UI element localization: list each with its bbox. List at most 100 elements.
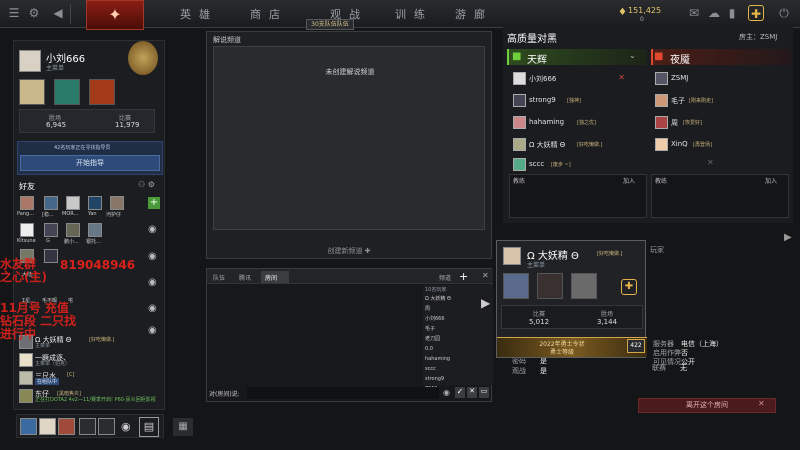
member-item[interactable]: 老刀园: [423, 334, 493, 344]
shard-count: 151,425: [628, 6, 662, 15]
tab-room[interactable]: 房间: [261, 271, 289, 283]
player-name: 毛子: [671, 97, 685, 105]
friends-group-icon[interactable]: ⚇ ⚙: [138, 180, 155, 189]
dire-slot[interactable]: 周 [恢爱好]: [653, 115, 779, 132]
member-item[interactable]: 毛子: [423, 324, 493, 334]
avatar[interactable]: [20, 223, 34, 237]
notification-icon[interactable]: ☁: [706, 5, 722, 21]
hero-portrait-2[interactable]: [537, 273, 563, 299]
eye-icon[interactable]: ◉: [148, 303, 157, 314]
tab-party[interactable]: 队伍: [213, 273, 225, 282]
chat-panel: 队伍 腾讯 房间 频道 + ✕ 10名玩家 Ω 大妖精 Θ 周 小刘666 毛子…: [206, 268, 493, 402]
radiant-slot[interactable]: sccc [废步 ~]: [511, 157, 637, 174]
clear-icon[interactable]: ✕: [467, 387, 477, 398]
stat-value: 11,979: [115, 121, 140, 129]
party-badge[interactable]: 30支队伍队伍: [306, 19, 354, 30]
hero-portrait-3[interactable]: [89, 79, 115, 105]
avatar[interactable]: [19, 353, 33, 367]
avatar[interactable]: [20, 418, 37, 435]
rank-medal-icon[interactable]: [128, 41, 158, 75]
member-item[interactable]: strong9: [423, 374, 493, 384]
nav-learn[interactable]: 训练: [395, 6, 433, 22]
avatar[interactable]: [88, 223, 102, 237]
list-item[interactable]: 三尺水 [C] 在组队中: [17, 371, 163, 385]
chevron-down-icon[interactable]: ⌄: [629, 51, 636, 60]
avatar[interactable]: [19, 389, 33, 403]
hero-portrait-1[interactable]: [19, 79, 45, 105]
radiant-slot[interactable]: 小刘666 ✕: [511, 71, 637, 88]
dota-logo-button[interactable]: ✦: [86, 0, 144, 30]
kick-icon[interactable]: ✕: [618, 73, 625, 82]
eye-icon[interactable]: ◉: [148, 251, 157, 262]
hero-portrait-3[interactable]: [571, 273, 597, 299]
leave-lobby-button[interactable]: 离开这个房间: [638, 398, 776, 413]
avatar[interactable]: [19, 50, 41, 72]
chevron-right-icon[interactable]: ▶: [784, 232, 792, 243]
member-item[interactable]: sccc: [423, 364, 493, 374]
channel-button[interactable]: 频道: [439, 273, 451, 282]
close-icon[interactable]: ✕: [758, 399, 765, 408]
nav-arcade[interactable]: 游廊: [455, 6, 493, 22]
avatar[interactable]: [88, 196, 102, 210]
add-friend-icon[interactable]: +: [148, 197, 160, 209]
gear-icon[interactable]: ⚙: [26, 5, 42, 21]
create-channel-button[interactable]: 创建新频道 ✚: [213, 246, 485, 256]
chat-input[interactable]: [247, 387, 439, 399]
empty-kick-icon[interactable]: ✕: [707, 158, 714, 167]
hero-portrait-2[interactable]: [54, 79, 80, 105]
nav-store[interactable]: 商店: [250, 6, 288, 22]
player-tag: [好吃懒做.]: [577, 142, 603, 148]
coin-icon: ♦: [618, 7, 627, 18]
avatar[interactable]: [98, 418, 115, 435]
member-item[interactable]: 小刘666: [423, 314, 493, 324]
list-item[interactable]: 东仔 [黑暗焦炎] 正在打DOTA2 4v2—11/赛季开启! P60·民众回拒…: [17, 389, 163, 403]
avatar[interactable]: [66, 196, 80, 210]
chat-icon[interactable]: ✉: [686, 5, 702, 21]
hero-portrait-1[interactable]: [503, 273, 529, 299]
eye-icon[interactable]: ◉: [148, 277, 157, 288]
back-icon[interactable]: ◀: [50, 5, 66, 21]
grid-menu-icon[interactable]: ▦: [173, 418, 193, 436]
radiant-slot[interactable]: hahaming [独之优]: [511, 115, 637, 132]
radiant-slot[interactable]: strong9 [独神]: [511, 93, 637, 110]
avatar[interactable]: [58, 418, 75, 435]
plus-badge-icon[interactable]: ✚: [621, 279, 637, 295]
dire-slot[interactable]: 毛子 [刚来刚走]: [653, 93, 779, 110]
list-item[interactable]: 一蹶成逐、 主菜单（伯克）: [17, 353, 163, 367]
menu-icon[interactable]: ☰: [6, 5, 22, 21]
avatar[interactable]: [110, 196, 124, 210]
avatar[interactable]: [44, 196, 58, 210]
avatar[interactable]: [20, 196, 34, 210]
avatar[interactable]: [39, 418, 56, 435]
close-icon[interactable]: ✕: [482, 271, 489, 280]
options-icon[interactable]: ▭: [479, 387, 489, 398]
eye-icon[interactable]: ◉: [148, 224, 157, 235]
dire-slot[interactable]: ZSMJ: [653, 71, 779, 88]
join-coach-button[interactable]: 加入: [623, 176, 635, 185]
voice-icon[interactable]: ◉: [121, 420, 131, 433]
nav-heroes[interactable]: 英雄: [180, 6, 218, 22]
plus-badge-icon[interactable]: ✚: [748, 5, 764, 21]
friend-tile-name: [稳...: [42, 212, 54, 218]
radiant-slot[interactable]: Ω 大妖精 Θ [好吃懒做.]: [511, 137, 637, 154]
avatar[interactable]: [79, 418, 96, 435]
item-icon[interactable]: ▮: [724, 5, 740, 21]
member-item[interactable]: hahaming: [423, 354, 493, 364]
add-channel-icon[interactable]: +: [459, 270, 468, 283]
unassigned-label: 玩家: [650, 246, 664, 254]
avatar: [513, 94, 526, 107]
party-settings-icon[interactable]: ▤: [139, 417, 159, 437]
avatar[interactable]: [19, 371, 33, 385]
power-icon[interactable]: ⏻: [776, 5, 792, 21]
join-coach-button[interactable]: 加入: [765, 176, 777, 185]
battle-pass-sub: 勇士等级: [549, 349, 574, 356]
avatar: [513, 116, 526, 129]
send-icon[interactable]: ✓: [455, 387, 465, 398]
start-coaching-button[interactable]: 开始指导: [20, 155, 160, 171]
member-item[interactable]: 0.0: [423, 344, 493, 354]
avatar[interactable]: [66, 223, 80, 237]
emoji-icon[interactable]: ◉: [443, 388, 450, 397]
tab-tencent[interactable]: 腾讯: [239, 273, 251, 282]
avatar[interactable]: [44, 223, 58, 237]
dire-slot[interactable]: XinQ [再登场]: [653, 137, 779, 154]
